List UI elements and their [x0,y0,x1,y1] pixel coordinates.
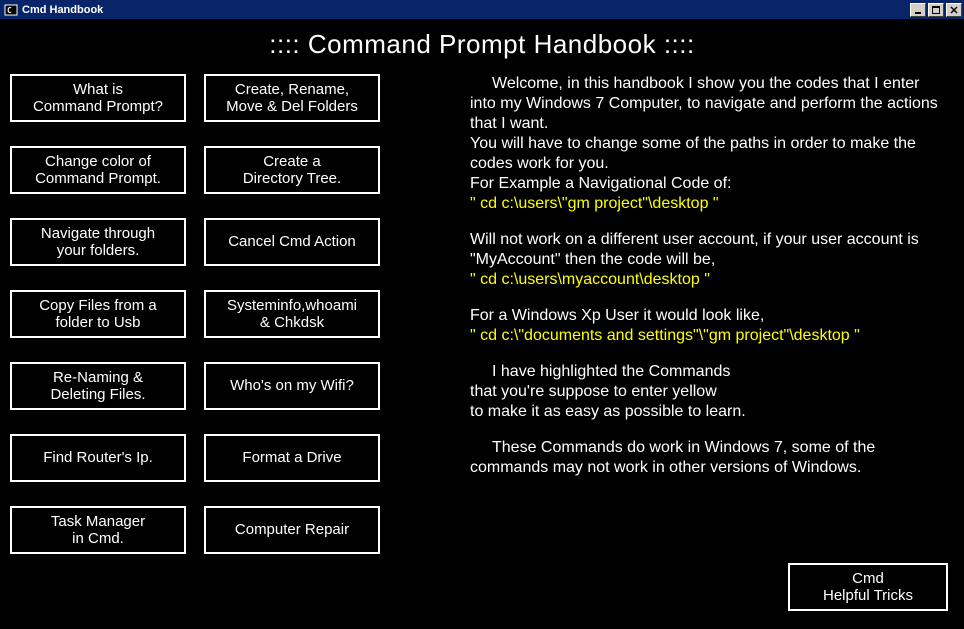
close-button[interactable] [946,3,962,17]
intro-line: to make it as easy as possible to learn. [470,402,942,422]
window-title: Cmd Handbook [22,4,103,16]
intro-line: that you're suppose to enter yellow [470,382,942,402]
topic-button-grid: What is Command Prompt? Create, Rename, M… [10,74,380,554]
topic-button-router-ip[interactable]: Find Router's Ip. [10,434,186,482]
intro-line: Will not work on a different user accoun… [470,230,942,270]
maximize-button[interactable] [928,3,944,17]
topic-button-taskmgr[interactable]: Task Manager in Cmd. [10,506,186,554]
intro-line: I have highlighted the Commands [470,362,942,382]
topic-button-dir-tree[interactable]: Create a Directory Tree. [204,146,380,194]
titlebar: C Cmd Handbook [0,0,964,19]
minimize-button[interactable] [910,3,926,17]
topic-button-repair[interactable]: Computer Repair [204,506,380,554]
topic-button-change-color[interactable]: Change color of Command Prompt. [10,146,186,194]
window-controls [910,3,962,17]
topic-button-format[interactable]: Format a Drive [204,434,380,482]
intro-line: Welcome, in this handbook I show you the… [470,74,942,134]
app-icon: C [4,3,18,17]
topic-button-rename-del[interactable]: Re-Naming & Deleting Files. [10,362,186,410]
topic-button-wifi[interactable]: Who's on my Wifi? [204,362,380,410]
intro-line: For a Windows Xp User it would look like… [470,306,942,326]
topic-button-copy-usb[interactable]: Copy Files from a folder to Usb [10,290,186,338]
topic-button-cancel[interactable]: Cancel Cmd Action [204,218,380,266]
topic-button-create-folders[interactable]: Create, Rename, Move & Del Folders [204,74,380,122]
intro-line: You will have to change some of the path… [470,134,942,174]
code-example: " cd c:\users\myaccount\desktop " [470,270,942,290]
helpful-tricks-button[interactable]: Cmd Helpful Tricks [788,563,948,611]
code-example: " cd c:\users\"gm project"\desktop " [470,194,942,214]
topic-button-what-is[interactable]: What is Command Prompt? [10,74,186,122]
page-title: :::: Command Prompt Handbook :::: [0,19,964,74]
topic-button-navigate[interactable]: Navigate through your folders. [10,218,186,266]
intro-line: These Commands do work in Windows 7, som… [470,438,942,478]
svg-text:C: C [7,6,12,15]
client-area: :::: Command Prompt Handbook :::: What i… [0,19,964,629]
topic-button-sysinfo[interactable]: Systeminfo,whoami & Chkdsk [204,290,380,338]
code-example: " cd c:\"documents and settings"\"gm pro… [470,326,942,346]
intro-line: For Example a Navigational Code of: [470,174,942,194]
welcome-text: Welcome, in this handbook I show you the… [380,74,954,554]
